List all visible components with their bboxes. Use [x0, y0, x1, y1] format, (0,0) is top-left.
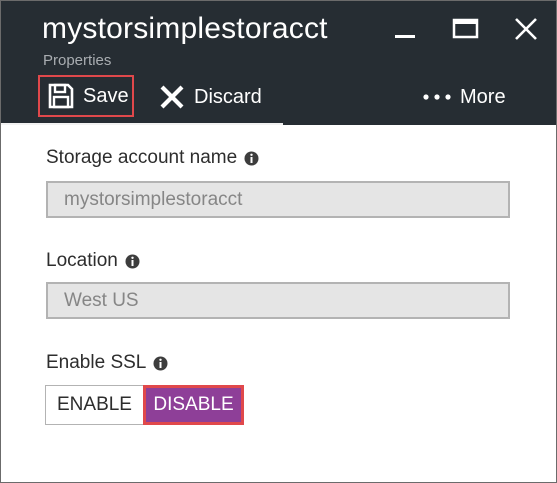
- ssl-disable-option[interactable]: DISABLE: [143, 385, 244, 425]
- minimize-icon[interactable]: [391, 15, 421, 45]
- blade-subtitle: Properties: [43, 52, 112, 69]
- discard-button[interactable]: Discard: [159, 77, 262, 117]
- ellipsis-icon: [422, 92, 452, 102]
- save-disk-icon: [48, 83, 74, 109]
- location-label-text: Location: [46, 250, 118, 271]
- storage-account-label-text: Storage account name: [46, 147, 238, 168]
- info-icon[interactable]: [153, 356, 168, 371]
- info-icon[interactable]: [125, 254, 140, 269]
- storage-account-field[interactable]: mystorsimplestoracct: [46, 181, 510, 218]
- info-icon[interactable]: [244, 151, 259, 166]
- maximize-icon[interactable]: [450, 15, 480, 45]
- toolbar-underline: [1, 123, 283, 125]
- ssl-label: Enable SSL: [46, 352, 168, 374]
- discard-label: Discard: [194, 85, 262, 108]
- ssl-toggle: ENABLE DISABLE: [45, 385, 244, 425]
- storage-account-label: Storage account name: [46, 147, 259, 169]
- ssl-label-text: Enable SSL: [46, 352, 147, 373]
- more-button[interactable]: More: [422, 77, 506, 117]
- save-button[interactable]: Save: [38, 75, 134, 117]
- ssl-enable-option[interactable]: ENABLE: [45, 385, 143, 425]
- properties-blade: mystorsimplestoracct Properties Save Dis…: [0, 0, 557, 483]
- save-label: Save: [83, 84, 129, 107]
- blade-title: mystorsimplestoracct: [42, 12, 328, 45]
- location-label: Location: [46, 250, 140, 272]
- close-icon[interactable]: [511, 15, 541, 45]
- location-field[interactable]: West US: [46, 282, 510, 319]
- x-icon: [159, 84, 185, 110]
- more-label: More: [460, 85, 506, 108]
- blade-header: mystorsimplestoracct Properties Save Dis…: [1, 1, 556, 125]
